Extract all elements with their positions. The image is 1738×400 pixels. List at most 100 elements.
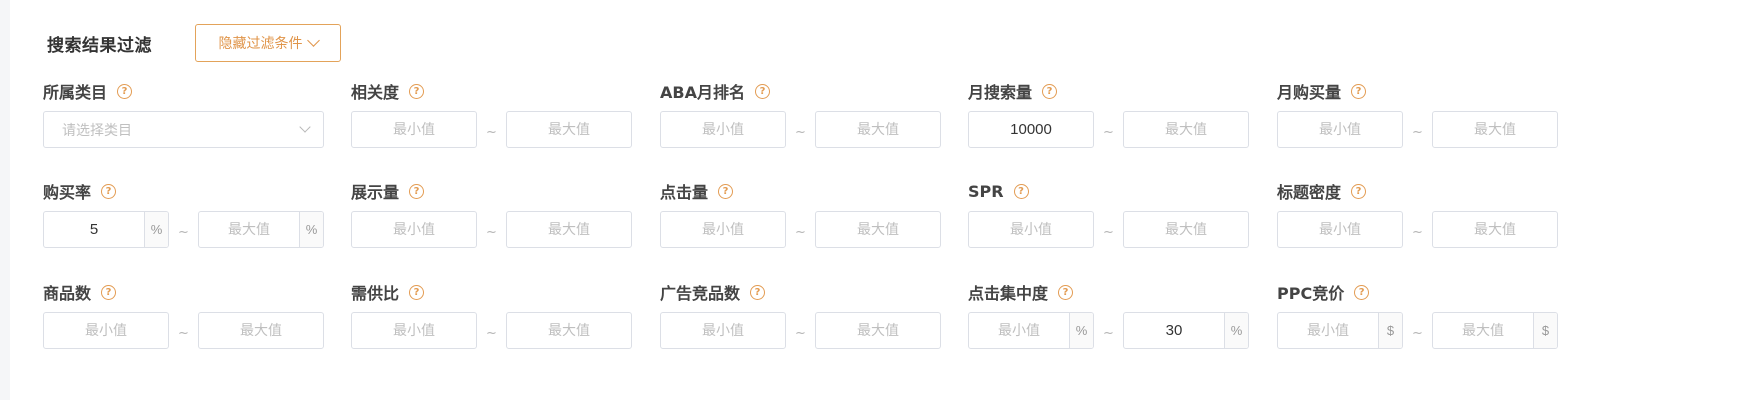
- relevance-min-input[interactable]: [352, 112, 476, 147]
- filter-aba-rank: ABA月排名? ~: [660, 80, 942, 160]
- category-select[interactable]: 请选择类目: [43, 111, 324, 148]
- impressions-max-input[interactable]: [507, 212, 631, 247]
- title-density-max-input[interactable]: [1433, 212, 1557, 247]
- filter-relevance: 相关度? ~: [351, 80, 633, 160]
- range-separator: ~: [1412, 326, 1423, 341]
- filter-label: PPC竞价: [1277, 284, 1345, 303]
- filter-label: 购买率: [43, 183, 92, 202]
- percent-unit: %: [144, 212, 168, 247]
- help-icon[interactable]: ?: [1058, 284, 1074, 300]
- purchase-rate-max-input[interactable]: [199, 212, 299, 247]
- filter-purchase-rate: 购买率? % ~ %: [43, 180, 325, 260]
- filter-click-concentration: 点击集中度? % ~ %: [968, 281, 1250, 361]
- filter-monthly-purchase: 月购买量? ~: [1277, 80, 1559, 160]
- filter-label: 月购买量: [1277, 83, 1342, 102]
- help-icon[interactable]: ?: [1354, 284, 1370, 300]
- ppc-bid-min-input[interactable]: [1278, 313, 1378, 348]
- monthly-purchase-min-input[interactable]: [1278, 112, 1402, 147]
- help-icon[interactable]: ?: [754, 83, 770, 99]
- filter-panel: 搜索结果过滤 隐藏过滤条件 所属类目? 请选择类目 相关度? ~ ABA月排名?…: [10, 0, 1738, 400]
- help-icon[interactable]: ?: [409, 284, 425, 300]
- aba-rank-max-input[interactable]: [816, 112, 940, 147]
- filter-label: 需供比: [351, 284, 400, 303]
- range-separator: ~: [795, 125, 806, 140]
- monthly-purchase-max-input[interactable]: [1433, 112, 1557, 147]
- filter-header: 搜索结果过滤 隐藏过滤条件: [47, 24, 341, 62]
- filter-monthly-search: 月搜索量? ~: [968, 80, 1250, 160]
- purchase-rate-min-input[interactable]: [44, 212, 144, 247]
- aba-rank-min-input[interactable]: [661, 112, 785, 147]
- filter-ppc-bid: PPC竞价? $ ~ $: [1277, 281, 1559, 361]
- supply-demand-max-input[interactable]: [507, 313, 631, 348]
- monthly-search-max-input[interactable]: [1124, 112, 1248, 147]
- percent-unit: %: [1069, 313, 1093, 348]
- percent-unit: %: [1224, 313, 1248, 348]
- filter-product-count: 商品数? ~: [43, 281, 325, 361]
- dollar-unit: $: [1533, 313, 1557, 348]
- percent-unit: %: [299, 212, 323, 247]
- title-density-min-input[interactable]: [1278, 212, 1402, 247]
- filter-label: 点击集中度: [968, 284, 1049, 303]
- help-icon[interactable]: ?: [409, 183, 425, 199]
- chevron-down-icon: [306, 34, 320, 47]
- help-icon[interactable]: ?: [1351, 183, 1367, 199]
- range-separator: ~: [1412, 225, 1423, 240]
- help-icon[interactable]: ?: [101, 284, 117, 300]
- filter-category: 所属类目? 请选择类目: [43, 80, 325, 160]
- filter-label: ABA月排名: [660, 83, 745, 102]
- product-count-max-input[interactable]: [199, 313, 323, 348]
- filter-clicks: 点击量? ~: [660, 180, 942, 260]
- dollar-unit: $: [1378, 313, 1402, 348]
- range-separator: ~: [795, 326, 806, 341]
- ppc-bid-max-input[interactable]: [1433, 313, 1533, 348]
- range-separator: ~: [1412, 125, 1423, 140]
- filter-ad-product-count: 广告竞品数? ~: [660, 281, 942, 361]
- monthly-search-min-input[interactable]: [969, 112, 1093, 147]
- supply-demand-min-input[interactable]: [352, 313, 476, 348]
- impressions-min-input[interactable]: [352, 212, 476, 247]
- range-separator: ~: [486, 225, 497, 240]
- filter-label: 点击量: [660, 183, 709, 202]
- filter-label: 所属类目: [43, 83, 108, 102]
- filter-label: 展示量: [351, 183, 400, 202]
- filter-impressions: 展示量? ~: [351, 180, 633, 260]
- category-select-placeholder: 请选择类目: [62, 122, 132, 139]
- relevance-max-input[interactable]: [507, 112, 631, 147]
- help-icon[interactable]: ?: [101, 183, 117, 199]
- range-separator: ~: [1103, 326, 1114, 341]
- filter-label: 广告竞品数: [660, 284, 741, 303]
- ad-product-count-min-input[interactable]: [661, 313, 785, 348]
- range-separator: ~: [178, 225, 189, 240]
- range-separator: ~: [486, 125, 497, 140]
- help-icon[interactable]: ?: [117, 83, 133, 99]
- filter-label: 相关度: [351, 83, 400, 102]
- help-icon[interactable]: ?: [409, 83, 425, 99]
- spr-min-input[interactable]: [969, 212, 1093, 247]
- help-icon[interactable]: ?: [1013, 183, 1029, 199]
- filter-label: 标题密度: [1277, 183, 1342, 202]
- product-count-min-input[interactable]: [44, 313, 168, 348]
- help-icon[interactable]: ?: [1351, 83, 1367, 99]
- range-separator: ~: [795, 225, 806, 240]
- filter-title-density: 标题密度? ~: [1277, 180, 1559, 260]
- click-concentration-min-input[interactable]: [969, 313, 1069, 348]
- help-icon[interactable]: ?: [718, 183, 734, 199]
- help-icon[interactable]: ?: [1042, 83, 1058, 99]
- range-separator: ~: [1103, 125, 1114, 140]
- click-concentration-max-input[interactable]: [1124, 313, 1224, 348]
- filter-label: 月搜索量: [968, 83, 1033, 102]
- range-separator: ~: [178, 326, 189, 341]
- help-icon[interactable]: ?: [750, 284, 766, 300]
- ad-product-count-max-input[interactable]: [816, 313, 940, 348]
- filter-label: 商品数: [43, 284, 92, 303]
- filter-title: 搜索结果过滤: [47, 35, 152, 56]
- hide-filters-label: 隐藏过滤条件: [218, 36, 303, 52]
- hide-filters-button[interactable]: 隐藏过滤条件: [195, 24, 341, 62]
- filter-supply-demand: 需供比? ~: [351, 281, 633, 361]
- range-separator: ~: [1103, 225, 1114, 240]
- clicks-min-input[interactable]: [661, 212, 785, 247]
- filter-label: SPR: [968, 181, 1004, 201]
- clicks-max-input[interactable]: [816, 212, 940, 247]
- spr-max-input[interactable]: [1124, 212, 1248, 247]
- filter-spr: SPR? ~: [968, 180, 1250, 260]
